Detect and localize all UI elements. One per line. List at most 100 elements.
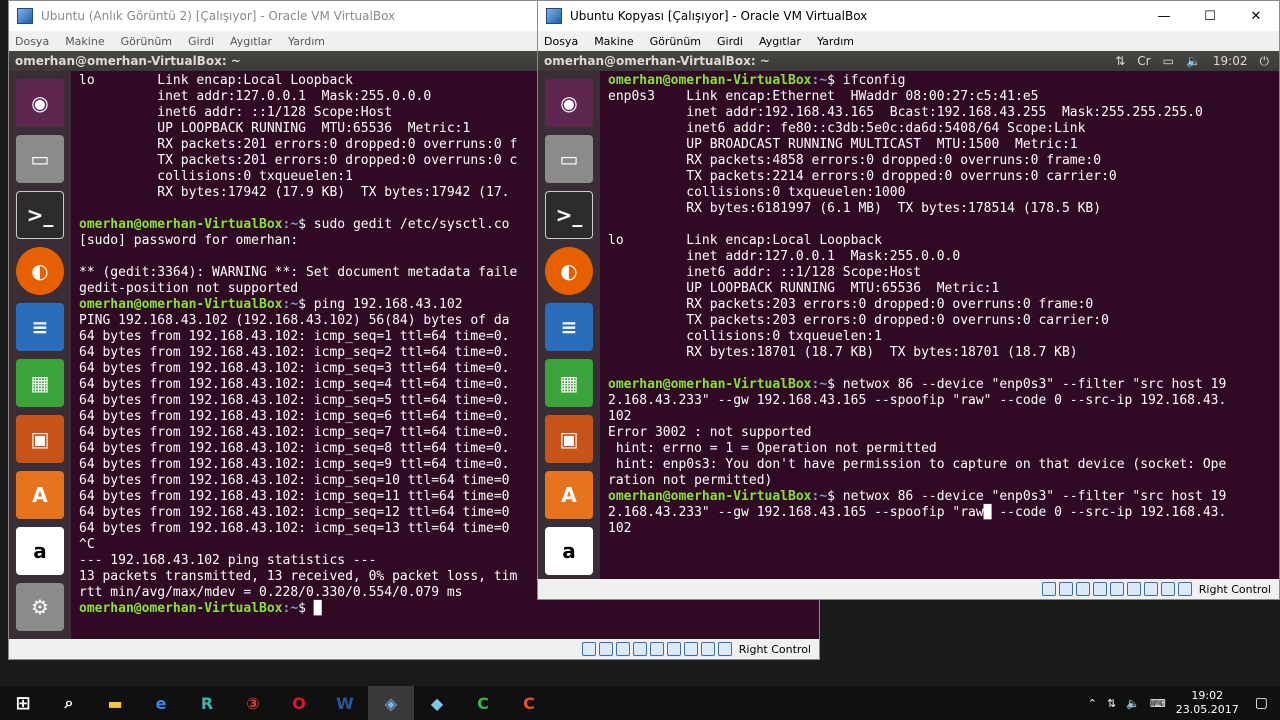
menu-item[interactable]: Girdi [717,35,743,48]
menu-bar-right: Dosya Makine Görünüm Girdi Aygıtlar Yardım [538,31,1279,51]
cd-status-icon[interactable] [598,642,613,656]
calc-icon[interactable]: ▦ [16,359,64,407]
hdd-status-icon[interactable] [581,642,596,656]
power-icon[interactable]: ⏻ [1260,54,1270,69]
terminal-text: 64 bytes from 192.168.43.102: icmp_seq=1… [79,505,510,520]
display-status-icon[interactable] [1126,582,1141,596]
mouse-status-icon[interactable] [717,642,732,656]
guest-clock[interactable]: 19:02 [1213,54,1248,68]
menu-item[interactable]: Dosya [544,35,578,48]
terminal-line: 102 [608,521,1279,537]
terminal-line: enp0s3 Link encap:Ethernet HWaddr 08:00:… [608,89,1279,105]
firefox-icon[interactable]: ◐ [16,247,64,295]
keyboard-layout-icon[interactable]: ⇅ [1115,54,1125,68]
terminal-line: inet addr:192.168.43.165 Bcast:192.168.4… [608,105,1279,121]
hdd-status-icon[interactable] [1041,582,1056,596]
recorder-icon[interactable]: C [506,686,552,720]
terminal-line: omerhan@omerhan-VirtualBox:~$ netwox 86 … [608,489,1279,505]
usb-status-icon[interactable] [615,642,630,656]
terminal-text: $ sudo gedit /etc/sysctl.co [298,217,510,232]
menu-item[interactable]: Aygıtlar [759,35,801,48]
ubuntu-dash-icon[interactable]: ◉ [545,79,593,127]
shared-folders-status-icon[interactable] [649,642,664,656]
prompt-user-host: omerhan@omerhan-VirtualBox [79,297,283,312]
cr-indicator-icon[interactable]: Cr [1137,54,1150,68]
virtualbox-taskbar-icon[interactable]: ◈ [368,686,414,720]
recording-status-icon[interactable] [1143,582,1158,596]
opera-icon[interactable]: O [276,686,322,720]
amazon-icon[interactable]: a [545,527,593,575]
terminal-line: 2.168.43.233" --gw 192.168.43.165 --spoo… [608,393,1279,409]
files-icon[interactable]: ▭ [16,135,64,183]
mouse-status-icon[interactable] [1177,582,1192,596]
battery-icon[interactable]: ▭ [1163,54,1174,68]
search-icon[interactable]: ⌕ [46,686,92,720]
terminal-line: hint: errno = 1 = Operation not permitte… [608,441,1279,457]
display-status-icon[interactable] [666,642,681,656]
notification-icon[interactable]: ▢ [1255,695,1268,711]
virtualbox-icon [546,8,562,24]
menu-item[interactable]: Yardım [817,35,854,48]
title-bar-right[interactable]: Ubuntu Kopyası [Çalışıyor] - Oracle VM V… [538,1,1279,31]
maximize-button[interactable]: ☐ [1187,1,1233,31]
terminal-right[interactable]: omerhan@omerhan-VirtualBox:~$ ifconfig en… [600,71,1279,579]
terminal-icon[interactable]: >_ [16,191,64,239]
close-button[interactable]: ✕ [1233,1,1279,31]
terminal-text: hint: errno = 1 = Operation not permitte… [608,441,937,456]
menu-item[interactable]: Görünüm [121,35,172,48]
edge-icon[interactable]: e [138,686,184,720]
cpu-status-icon[interactable] [1160,582,1175,596]
network-icon[interactable]: ⇅ [1107,697,1116,710]
terminal-text: hint: enp0s3: You don't have permission … [608,457,1227,472]
cd-status-icon[interactable] [1058,582,1073,596]
impress-icon[interactable]: ▣ [545,415,593,463]
usb-status-icon[interactable] [1075,582,1090,596]
menu-item[interactable]: Yardım [288,35,325,48]
impress-icon[interactable]: ▣ [16,415,64,463]
system-clock[interactable]: 19:02 23.05.2017 [1176,689,1239,717]
calc-icon[interactable]: ▦ [545,359,593,407]
firefox-icon[interactable]: ◐ [545,247,593,295]
cpu-status-icon[interactable] [700,642,715,656]
amazon-icon[interactable]: a [16,527,64,575]
terminal-line: 102 [608,409,1279,425]
ubuntu-dash-icon[interactable]: ◉ [16,79,64,127]
file-explorer-icon[interactable]: ▬ [92,686,138,720]
menu-item[interactable]: Aygıtlar [230,35,272,48]
network-status-icon[interactable] [1092,582,1107,596]
network-status-icon[interactable] [632,642,647,656]
terminal-text: gedit-position not supported [79,281,299,296]
prompt-dir: ~ [819,377,828,392]
app-3-icon[interactable]: ③ [230,686,276,720]
terminal-text: UP LOOPBACK RUNNING MTU:65536 Metric:1 [608,281,1000,296]
shared-folders-status-icon[interactable] [1109,582,1124,596]
volume-icon[interactable]: 🔈 [1126,697,1140,710]
menu-item[interactable]: Makine [594,35,633,48]
recording-status-icon[interactable] [683,642,698,656]
word-icon[interactable]: W [322,686,368,720]
vbox-window-right[interactable]: Ubuntu Kopyası [Çalışıyor] - Oracle VM V… [537,0,1280,600]
minimize-button[interactable]: — [1141,1,1187,31]
terminal-text: 64 bytes from 192.168.43.102: icmp_seq=1… [79,329,510,344]
software-center-icon[interactable]: A [545,471,593,519]
chevron-up-icon[interactable]: ⌃ [1088,697,1097,710]
volume-icon[interactable]: 🔈 [1186,54,1201,68]
app-blue-icon[interactable]: ◆ [414,686,460,720]
menu-item[interactable]: Makine [65,35,104,48]
r-app-icon[interactable]: R [184,686,230,720]
settings-icon[interactable]: ⚙ [16,583,64,631]
start-button[interactable]: ⊞ [0,686,46,720]
menu-item[interactable]: Dosya [15,35,49,48]
language-icon[interactable]: ⌨ [1150,697,1166,710]
writer-icon[interactable]: ≡ [545,303,593,351]
terminal-icon[interactable]: >_ [545,191,593,239]
guest-screen-right[interactable]: omerhan@omerhan-VirtualBox: ~ ⇅ Cr ▭ 🔈 1… [538,51,1279,579]
menu-item[interactable]: Girdi [188,35,214,48]
menu-item[interactable]: Görünüm [650,35,701,48]
software-center-icon[interactable]: A [16,471,64,519]
files-icon[interactable]: ▭ [545,135,593,183]
writer-icon[interactable]: ≡ [16,303,64,351]
terminal-text: RX packets:4858 errors:0 dropped:0 overr… [608,153,1102,168]
camtasia-icon[interactable]: C [460,686,506,720]
